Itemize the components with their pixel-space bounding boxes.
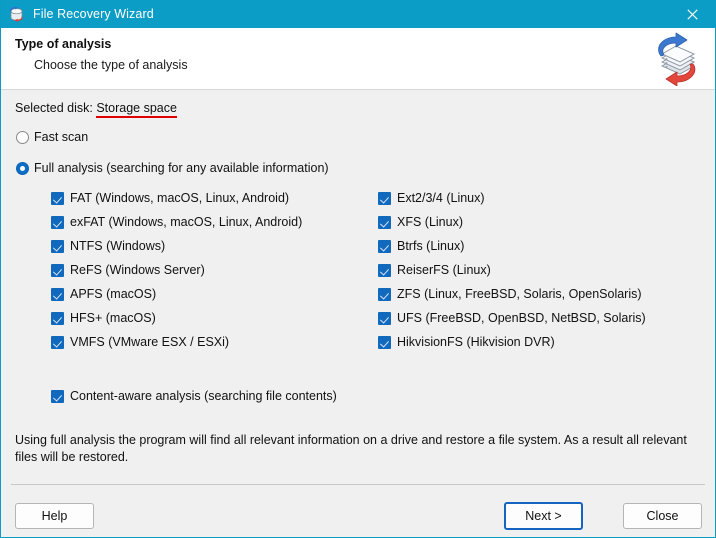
checkbox-label: FAT (Windows, macOS, Linux, Android) [70,191,290,205]
checkbox-indicator [378,335,391,349]
checkbox-indicator [51,263,64,277]
checkbox-hikvisionfs[interactable]: HikvisionFS (Hikvision DVR) [378,335,555,349]
checkbox-refs[interactable]: ReFS (Windows Server) [51,263,205,277]
disk-recovery-icon [8,5,25,23]
title-bar: File Recovery Wizard [1,0,715,28]
selected-disk: Selected disk: Storage space [15,101,177,118]
checkbox-label: Ext2/3/4 (Linux) [397,191,485,205]
checkbox-indicator [378,215,391,229]
help-button[interactable]: Help [15,503,94,529]
checkbox-label: ReFS (Windows Server) [70,263,205,277]
checkbox-label: VMFS (VMware ESX / ESXi) [70,335,230,349]
checkbox-label: HFS+ (macOS) [70,311,156,325]
checkbox-label: ReiserFS (Linux) [397,263,491,277]
footer-divider [11,484,705,485]
file-recovery-wizard-window: File Recovery Wizard Type of analysis Ch… [0,0,716,538]
checkbox-indicator [51,287,64,301]
page-title: Type of analysis [15,37,112,51]
radio-indicator [16,161,29,175]
checkbox-indicator [51,239,64,253]
checkbox-indicator [51,215,64,229]
checkbox-label: Content-aware analysis (searching file c… [70,389,337,403]
checkbox-label: XFS (Linux) [397,215,463,229]
radio-fast-scan[interactable]: Fast scan [16,130,88,144]
checkbox-ext234[interactable]: Ext2/3/4 (Linux) [378,191,485,205]
checkbox-indicator [378,191,391,205]
checkbox-xfs[interactable]: XFS (Linux) [378,215,463,229]
checkbox-reiserfs[interactable]: ReiserFS (Linux) [378,263,491,277]
checkbox-label: ZFS (Linux, FreeBSD, Solaris, OpenSolari… [397,287,642,301]
checkbox-label: HikvisionFS (Hikvision DVR) [397,335,555,349]
radio-full-analysis[interactable]: Full analysis (searching for any availab… [16,161,329,175]
checkbox-content-aware-analysis[interactable]: Content-aware analysis (searching file c… [51,389,337,403]
checkbox-exfat[interactable]: exFAT (Windows, macOS, Linux, Android) [51,215,302,229]
checkbox-hfsplus[interactable]: HFS+ (macOS) [51,311,156,325]
radio-indicator [16,130,29,144]
checkbox-fat[interactable]: FAT (Windows, macOS, Linux, Android) [51,191,289,205]
checkbox-indicator [51,311,64,325]
checkbox-indicator [378,311,391,325]
checkbox-apfs[interactable]: APFS (macOS) [51,287,156,301]
selected-disk-label: Selected disk: [15,101,93,115]
wizard-body: Selected disk: Storage space Fast scan F… [1,90,715,536]
checkbox-vmfs[interactable]: VMFS (VMware ESX / ESXi) [51,335,229,349]
selected-disk-value[interactable]: Storage space [96,101,177,118]
close-button[interactable]: Close [623,503,702,529]
checkbox-label: UFS (FreeBSD, OpenBSD, NetBSD, Solaris) [397,311,646,325]
analysis-note: Using full analysis the program will fin… [15,433,687,464]
checkbox-ntfs[interactable]: NTFS (Windows) [51,239,165,253]
radio-fast-scan-label: Fast scan [34,130,89,144]
page-subtitle: Choose the type of analysis [34,58,188,72]
checkbox-indicator [51,389,64,403]
checkbox-label: NTFS (Windows) [70,239,166,253]
checkbox-btrfs[interactable]: Btrfs (Linux) [378,239,464,253]
radio-full-analysis-label: Full analysis (searching for any availab… [34,161,329,175]
checkbox-indicator [378,239,391,253]
checkbox-label: APFS (macOS) [70,287,157,301]
checkbox-indicator [51,335,64,349]
disk-recovery-logo [649,32,703,87]
checkbox-indicator [378,263,391,277]
window-title: File Recovery Wizard [33,7,154,21]
checkbox-ufs[interactable]: UFS (FreeBSD, OpenBSD, NetBSD, Solaris) [378,311,646,325]
checkbox-zfs[interactable]: ZFS (Linux, FreeBSD, Solaris, OpenSolari… [378,287,642,301]
wizard-header: Type of analysis Choose the type of anal… [1,28,715,90]
next-button[interactable]: Next > [504,502,583,530]
checkbox-indicator [378,287,391,301]
checkbox-label: exFAT (Windows, macOS, Linux, Android) [70,215,303,229]
checkbox-label: Btrfs (Linux) [397,239,465,253]
checkbox-indicator [51,191,64,205]
close-icon[interactable] [670,0,715,28]
